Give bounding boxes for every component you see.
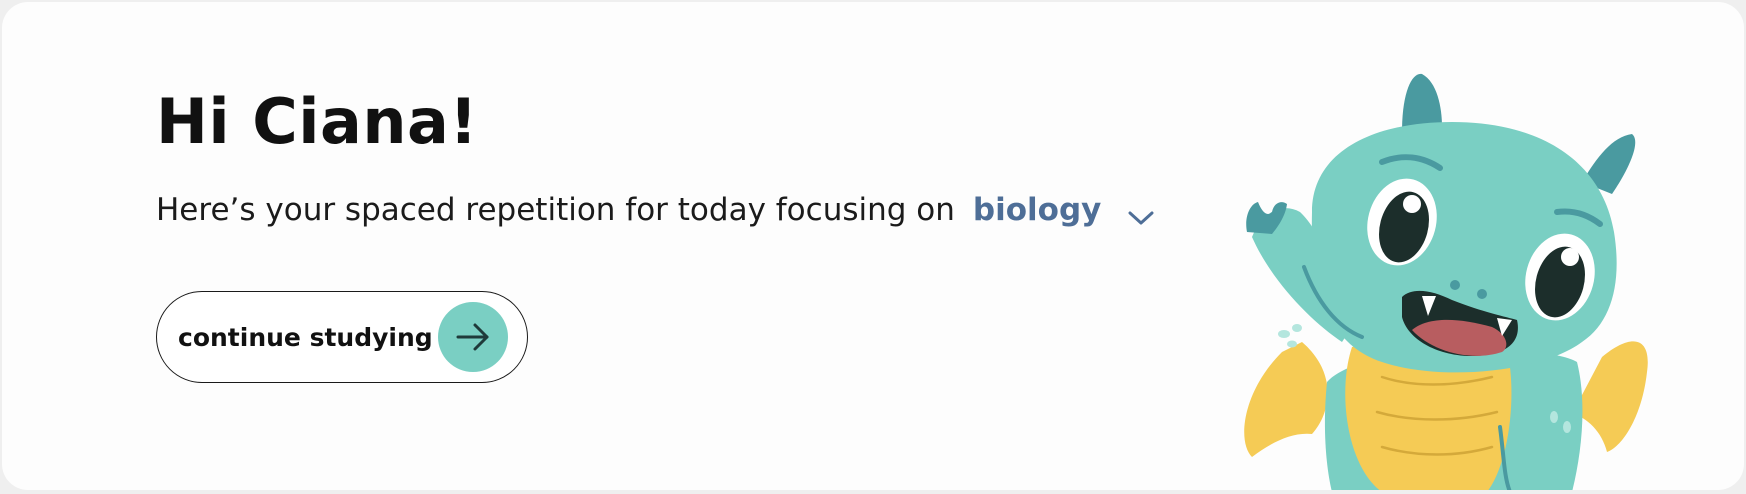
focus-subtitle: Here’s your spaced repetition for today …	[156, 186, 1155, 234]
continue-studying-button[interactable]: continue studying	[156, 291, 528, 383]
greeting-title: Hi Ciana!	[156, 85, 479, 158]
subject-dropdown[interactable]: biology	[973, 192, 1155, 228]
continue-studying-label: continue studying	[178, 322, 433, 352]
focus-subtitle-text: Here’s your spaced repetition for today …	[156, 192, 955, 228]
dragon-mascot-illustration	[1242, 72, 1662, 490]
subject-dropdown-value: biology	[972, 192, 1102, 228]
greeting-card: Hi Ciana! Here’s your spaced repetition …	[2, 2, 1744, 490]
chevron-down-icon	[1127, 200, 1155, 225]
arrow-right-icon	[438, 302, 508, 372]
